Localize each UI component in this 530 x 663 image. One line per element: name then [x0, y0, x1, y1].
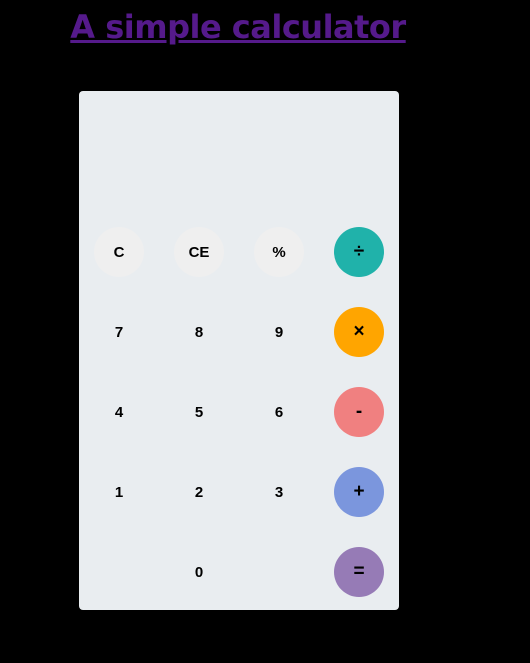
four-button[interactable]: 4 [94, 387, 144, 437]
five-button[interactable]: 5 [174, 387, 224, 437]
six-button[interactable]: 6 [254, 387, 304, 437]
clear-entry-button[interactable]: CE [174, 227, 224, 277]
clear-button[interactable]: C [94, 227, 144, 277]
page-title-link[interactable]: A simple calculator [0, 8, 476, 46]
percent-button[interactable]: % [254, 227, 304, 277]
eight-button[interactable]: 8 [174, 307, 224, 357]
zero-button[interactable]: 0 [174, 547, 224, 597]
calculator-display [79, 91, 399, 221]
three-button[interactable]: 3 [254, 467, 304, 517]
seven-button[interactable]: 7 [94, 307, 144, 357]
add-button[interactable]: + [334, 467, 384, 517]
two-button[interactable]: 2 [174, 467, 224, 517]
one-button[interactable]: 1 [94, 467, 144, 517]
subtract-button[interactable]: - [334, 387, 384, 437]
multiply-button[interactable]: × [334, 307, 384, 357]
nine-button[interactable]: 9 [254, 307, 304, 357]
divide-button[interactable]: ÷ [334, 227, 384, 277]
equals-button[interactable]: = [334, 547, 384, 597]
calculator: C CE % ÷ 7 8 9 × 4 5 6 - 1 2 3 + 0 = [79, 91, 399, 610]
